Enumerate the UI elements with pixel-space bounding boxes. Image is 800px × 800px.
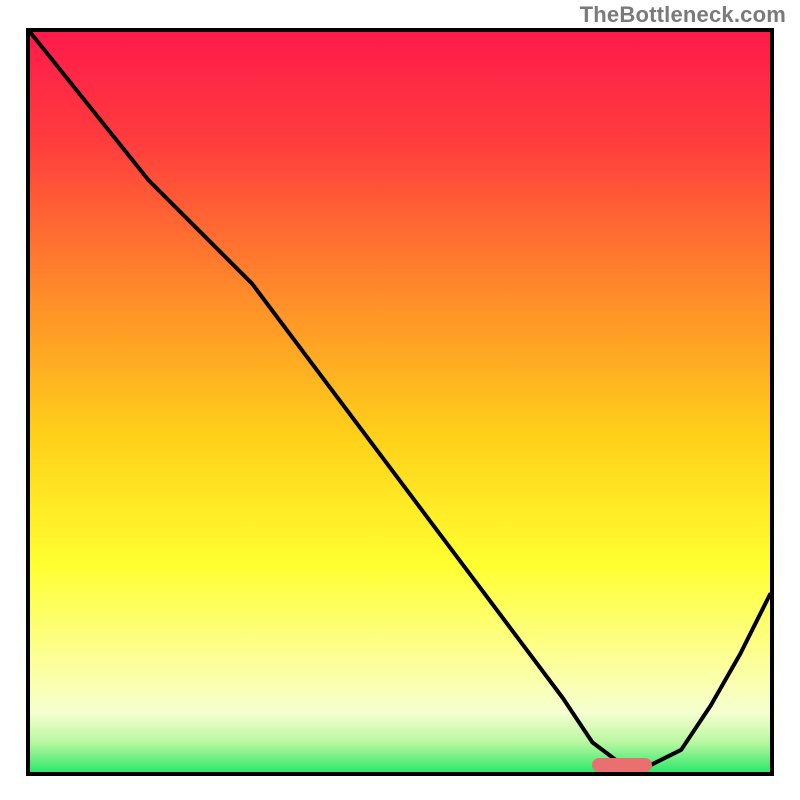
- watermark-text: TheBottleneck.com: [580, 2, 786, 28]
- curve-path: [30, 32, 770, 765]
- chart-frame: [26, 28, 774, 776]
- optimal-marker: [592, 758, 651, 772]
- bottleneck-curve: [30, 32, 770, 772]
